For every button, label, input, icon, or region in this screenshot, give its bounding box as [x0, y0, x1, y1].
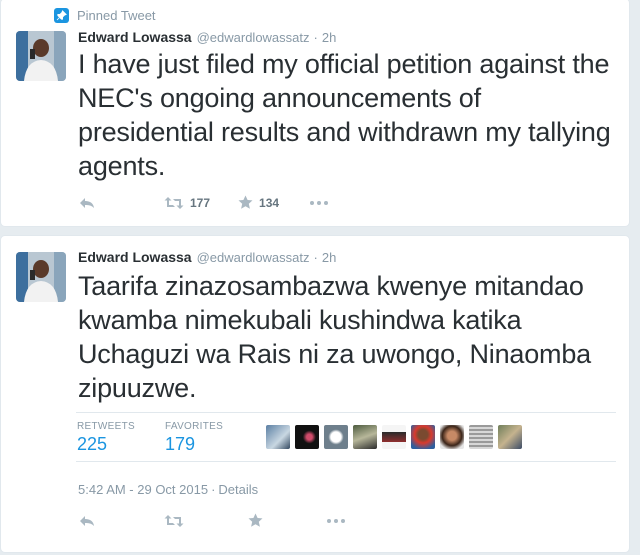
- more-icon: [310, 200, 329, 205]
- tweet-time[interactable]: 2h: [322, 250, 336, 265]
- author-name[interactable]: Edward Lowassa: [78, 249, 192, 265]
- pinned-label: Pinned Tweet: [77, 8, 156, 23]
- separator-dot: ·: [313, 250, 318, 265]
- tweet-card-expanded[interactable]: Edward Lowassa @edwardlowassatz · 2h Taa…: [0, 235, 630, 553]
- separator-dot: ·: [313, 30, 318, 45]
- tweet-actions: 177 134: [78, 195, 329, 210]
- user-avatar[interactable]: [411, 425, 435, 449]
- user-avatar[interactable]: [266, 425, 290, 449]
- favorites-count: 179: [165, 434, 196, 454]
- pinned-indicator: Pinned Tweet: [54, 8, 156, 23]
- retweet-icon: [164, 196, 184, 209]
- user-avatar[interactable]: [324, 425, 348, 449]
- author-handle[interactable]: @edwardlowassatz: [197, 250, 310, 265]
- reply-button[interactable]: [78, 196, 96, 210]
- user-avatar[interactable]: [469, 425, 493, 449]
- more-button[interactable]: [326, 518, 346, 524]
- tweet-header: Edward Lowassa @edwardlowassatz · 2h: [78, 249, 336, 265]
- tweet-time[interactable]: 2h: [322, 30, 336, 45]
- retweets-count: 225: [77, 434, 108, 454]
- user-avatar[interactable]: [498, 425, 522, 449]
- tweet-stats: RETWEETS 225 FAVORITES 179: [76, 412, 616, 462]
- pin-icon: [54, 8, 69, 23]
- retweets-label: RETWEETS: [77, 421, 135, 432]
- tweet-text: Taarifa zinazosambazwa kwenye mitandao k…: [78, 271, 591, 403]
- details-link[interactable]: Details: [218, 482, 258, 497]
- favorites-stat[interactable]: FAVORITES 179: [165, 421, 223, 455]
- avatar[interactable]: [16, 31, 66, 81]
- favorite-button[interactable]: [248, 513, 263, 528]
- user-avatars: [266, 425, 527, 449]
- tweet-timestamp[interactable]: 5:42 AM - 29 Oct 2015: [78, 482, 208, 497]
- tweet-text: I have just filed my official petition a…: [78, 49, 611, 181]
- more-icon: [327, 518, 345, 523]
- retweet-button[interactable]: 177: [164, 196, 210, 210]
- user-avatar[interactable]: [353, 425, 377, 449]
- tweet-actions: [78, 513, 346, 528]
- user-avatar[interactable]: [382, 425, 406, 449]
- avatar[interactable]: [16, 252, 66, 302]
- retweet-icon: [164, 514, 184, 527]
- favorite-button[interactable]: 134: [238, 195, 279, 210]
- tweet-card-pinned[interactable]: Pinned Tweet Edward Lowassa @edwardlowas…: [0, 0, 630, 227]
- author-handle[interactable]: @edwardlowassatz: [197, 30, 310, 45]
- retweet-button[interactable]: [164, 514, 184, 528]
- more-button[interactable]: [309, 200, 329, 206]
- favorite-icon: [248, 513, 263, 527]
- user-avatar[interactable]: [295, 425, 319, 449]
- favorite-icon: [238, 195, 253, 209]
- retweets-stat[interactable]: RETWEETS 225: [77, 421, 135, 455]
- separator-dot: ·: [211, 482, 216, 497]
- reply-icon: [80, 197, 94, 208]
- reply-button[interactable]: [78, 514, 96, 528]
- reply-icon: [80, 515, 94, 526]
- user-avatar[interactable]: [440, 425, 464, 449]
- retweet-count: 177: [190, 195, 211, 210]
- author-name[interactable]: Edward Lowassa: [78, 29, 192, 45]
- favorites-label: FAVORITES: [165, 421, 224, 432]
- tweet-datetime: 5:42 AM - 29 Oct 2015 · Details: [78, 482, 258, 497]
- tweet-header: Edward Lowassa @edwardlowassatz · 2h: [78, 29, 336, 45]
- favorite-count: 134: [259, 195, 280, 210]
